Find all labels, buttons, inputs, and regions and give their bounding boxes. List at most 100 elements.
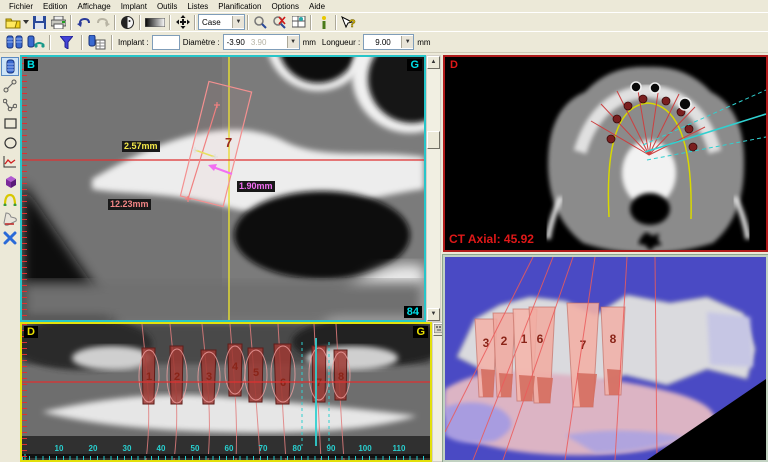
toolbar-separator — [49, 34, 51, 50]
toolbar-separator — [114, 14, 116, 30]
slice-number: 84 — [403, 306, 422, 318]
toolbar-separator — [310, 14, 312, 30]
menu-edition[interactable]: Edition — [38, 2, 72, 11]
svg-text:3: 3 — [483, 336, 490, 350]
menu-implant[interactable]: Implant — [116, 2, 152, 11]
zoom-icon[interactable] — [251, 14, 270, 30]
menu-outils[interactable]: Outils — [152, 2, 182, 11]
menu-listes[interactable]: Listes — [182, 2, 213, 11]
svg-text:60: 60 — [225, 444, 234, 453]
menu-fichier[interactable]: Fichier — [4, 2, 38, 11]
menu-planification[interactable]: Planification — [213, 2, 266, 11]
case-select[interactable]: Case ▼ — [198, 14, 245, 30]
render-3d-image: 3 2 1 6 7 8 — [445, 257, 766, 460]
implant-library-icon[interactable] — [3, 34, 25, 50]
ellipse-icon[interactable] — [1, 133, 19, 152]
view-3d[interactable]: 3 2 1 6 7 8 — [442, 254, 768, 462]
context-help-icon[interactable]: ? — [339, 14, 358, 30]
scrollbar-thumb[interactable] — [427, 131, 440, 149]
toolbar-separator — [335, 14, 337, 30]
diameter-label: Diamètre : — [182, 37, 220, 47]
chair-icon[interactable] — [1, 209, 19, 228]
open-folder-icon[interactable] — [3, 14, 22, 30]
diameter-select[interactable]: -3.90 3.90 ▼ — [222, 34, 300, 50]
redo-icon[interactable] — [93, 14, 112, 30]
svg-text:?: ? — [349, 18, 356, 29]
toolbar-separator — [169, 14, 171, 30]
chevron-down-icon: ▼ — [286, 36, 299, 48]
patient-icon[interactable] — [118, 14, 137, 30]
axial-view[interactable]: D CT Axial: 45.92 — [443, 55, 768, 252]
filter-icon[interactable] — [53, 34, 79, 50]
contrast-icon[interactable] — [143, 14, 167, 30]
mm-label: mm — [417, 37, 431, 47]
chevron-down-icon: ▼ — [401, 36, 414, 48]
implant-field[interactable] — [151, 34, 180, 50]
toolbar-separator — [81, 34, 83, 50]
toolbar-separator — [247, 14, 249, 30]
implant-label: Implant : — [118, 37, 149, 47]
case-select-value: Case — [202, 17, 221, 27]
length-label: Longueur : — [321, 37, 361, 47]
toolbar-separator — [139, 14, 141, 30]
menu-options[interactable]: Options — [266, 2, 304, 11]
length-select[interactable]: 9.00 ▼ — [363, 34, 415, 50]
side-toolbar — [0, 53, 20, 462]
measurement-label: 12.23mm — [108, 199, 151, 210]
scroll-up-icon[interactable]: ▲ — [427, 56, 440, 69]
profile-curve-icon[interactable] — [1, 152, 19, 171]
svg-text:2: 2 — [174, 371, 180, 383]
menu-aide[interactable]: Aide — [304, 2, 330, 11]
implant-edit-icon[interactable] — [25, 34, 47, 50]
tools-icon[interactable] — [1, 228, 19, 247]
vertical-ruler — [22, 324, 27, 460]
svg-text:50: 50 — [191, 444, 200, 453]
implant-icon[interactable] — [1, 57, 19, 76]
cube-3d-icon[interactable] — [1, 171, 19, 190]
layout-icon[interactable] — [289, 14, 308, 30]
mm-label: mm — [302, 37, 316, 47]
info-icon[interactable] — [314, 14, 333, 30]
orientation-label-g: G — [407, 59, 422, 71]
measure-angle-icon[interactable] — [1, 95, 19, 114]
save-icon[interactable] — [30, 14, 49, 30]
cross-section-view[interactable]: B G 84 2.57mm 1.90mm 12.23mm 7 — [20, 55, 426, 322]
toolbar-separator — [194, 14, 196, 30]
measure-distance-icon[interactable] — [1, 76, 19, 95]
implant-toolbar: Implant : Diamètre : -3.90 3.90 ▼ mm Lon… — [0, 31, 768, 53]
svg-text:80: 80 — [293, 444, 302, 453]
measurement-label: 1.90mm — [237, 181, 275, 192]
panoramic-image: 1 2 3 4 5 6 7 8 10 20 30 40 50 60 70 80 — [22, 324, 430, 460]
svg-text:4: 4 — [232, 361, 239, 373]
app-window: { "menu": {"items": ["Fichier","Edition"… — [0, 0, 768, 462]
svg-text:30: 30 — [123, 444, 132, 453]
svg-text:110: 110 — [393, 444, 406, 453]
rectangle-icon[interactable] — [1, 114, 19, 133]
toolbar-separator — [111, 34, 113, 50]
scroll-down-icon[interactable]: ▼ — [427, 308, 440, 321]
svg-text:20: 20 — [89, 444, 98, 453]
svg-text:1: 1 — [146, 371, 152, 383]
pan-icon[interactable] — [173, 14, 192, 30]
zoom-reset-icon[interactable] — [270, 14, 289, 30]
undo-icon[interactable] — [74, 14, 93, 30]
cross-section-image — [22, 57, 424, 320]
svg-text:100: 100 — [358, 444, 372, 453]
open-dropdown-icon[interactable] — [22, 14, 30, 30]
orientation-label-d: D — [24, 326, 38, 338]
menu-affichage[interactable]: Affichage — [72, 2, 115, 11]
menu-bar: Fichier Edition Affichage Implant Outils… — [0, 0, 768, 12]
svg-text:8: 8 — [338, 371, 344, 383]
svg-text:1: 1 — [521, 332, 528, 346]
cross-section-scrollbar[interactable]: ▲ ▼ — [426, 55, 441, 322]
length-value: 9.00 — [375, 37, 391, 47]
main-toolbar: Case ▼ ? — [0, 12, 768, 31]
implant-list-icon[interactable] — [85, 34, 109, 50]
print-icon[interactable] — [49, 14, 68, 30]
panoramic-view[interactable]: 1 2 3 4 5 6 7 8 10 20 30 40 50 60 70 80 — [20, 322, 432, 462]
svg-text:90: 90 — [327, 444, 336, 453]
measurement-label: 2.57mm — [122, 141, 160, 152]
panoramic-curve-icon[interactable] — [1, 190, 19, 209]
toolbar-separator — [70, 14, 72, 30]
vertical-ruler — [22, 57, 27, 320]
